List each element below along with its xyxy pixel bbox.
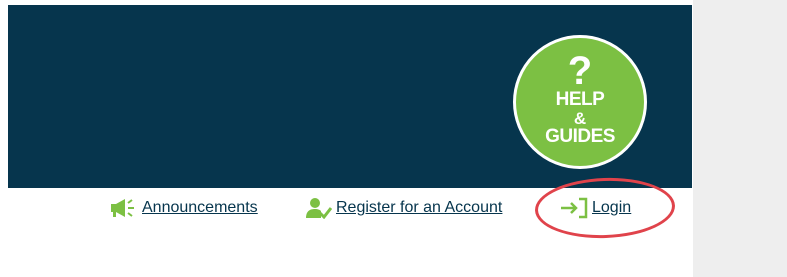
- help-label-line3: GUIDES: [545, 125, 615, 147]
- announcements-label: Announcements: [142, 199, 258, 216]
- help-label-line1: HELP: [555, 88, 605, 110]
- register-link[interactable]: Register for an Account: [306, 193, 502, 223]
- help-guides-button[interactable]: ? HELP & GUIDES: [513, 35, 647, 169]
- announcements-link[interactable]: Announcements: [110, 193, 258, 223]
- page: ? HELP & GUIDES Announcements Register f…: [0, 0, 787, 277]
- login-label: Login: [592, 199, 632, 216]
- help-label-line2: &: [573, 108, 587, 128]
- user-check-icon: [306, 197, 333, 220]
- help-question-mark: ?: [567, 48, 593, 93]
- top-nav: Announcements Register for an Account Lo…: [0, 193, 692, 223]
- login-link[interactable]: Login: [560, 193, 631, 223]
- right-gutter: [693, 0, 787, 277]
- megaphone-icon: [110, 198, 138, 218]
- register-label: Register for an Account: [336, 199, 503, 216]
- sign-in-icon: [560, 197, 588, 219]
